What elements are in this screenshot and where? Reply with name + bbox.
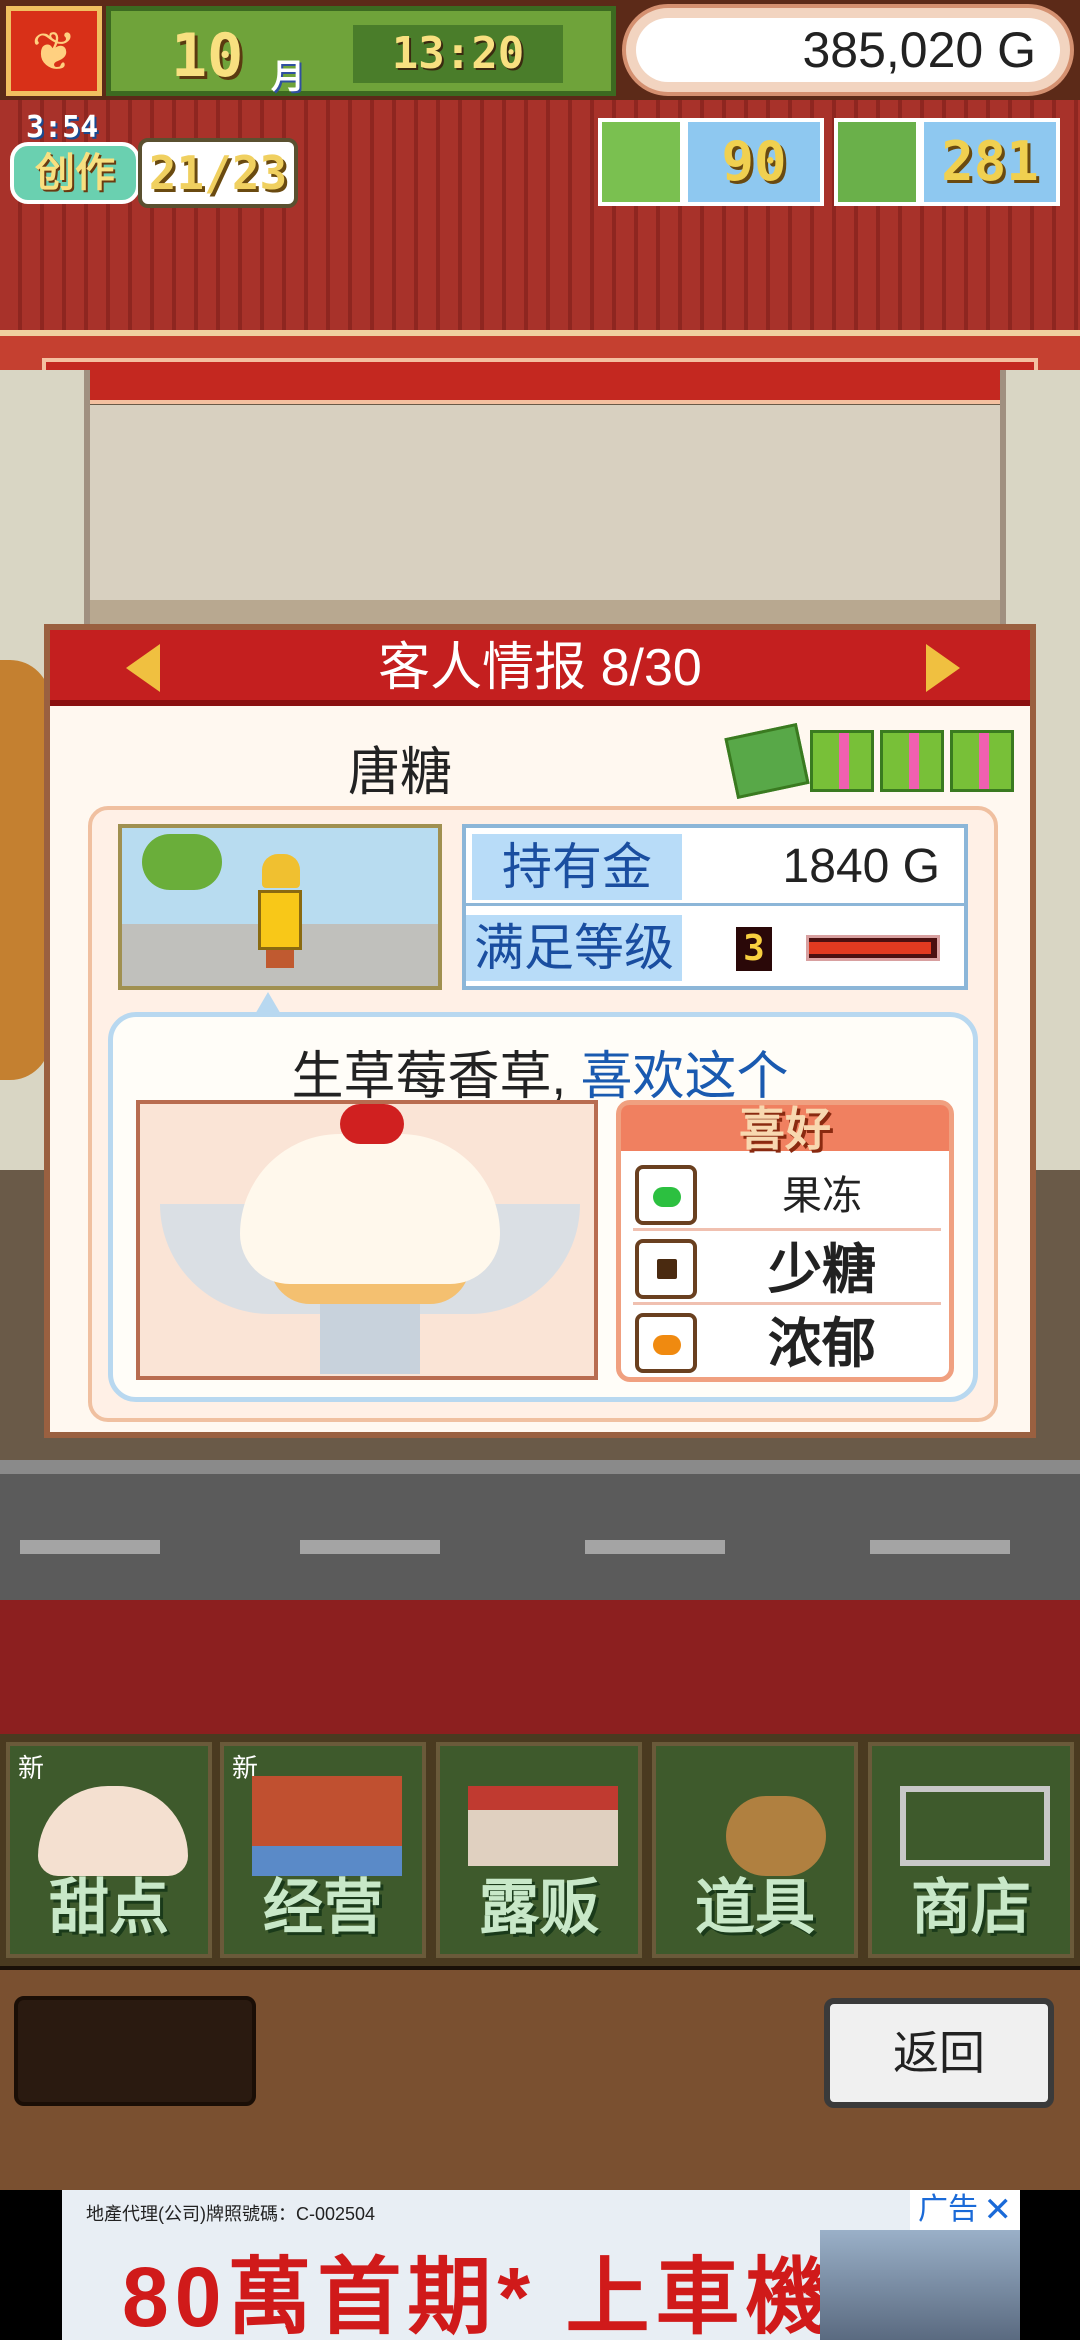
top-hud: ❦ 10 月 13:20 385,020 G — [0, 0, 1080, 100]
dessert-image — [136, 1100, 598, 1380]
menu-management-button[interactable]: 新 经营 — [220, 1742, 426, 1958]
satisfaction-bar-fill — [809, 942, 931, 954]
city-skyline-image — [820, 2230, 1020, 2340]
money-label: 持有金 — [472, 834, 682, 900]
gift-row — [724, 722, 1020, 800]
autumn-leaf-icon[interactable]: ❦ — [6, 6, 102, 96]
jelly-icon — [635, 1165, 697, 1225]
money-value: 385,020 G — [636, 18, 1060, 82]
money-panel: 385,020 G — [622, 4, 1074, 96]
food-truck-icon — [468, 1786, 618, 1866]
creation-label: 创作 — [10, 142, 140, 204]
menu-stall-button[interactable]: 露贩 — [436, 1742, 642, 1958]
creation-badge[interactable]: 3:54 创作 21/23 — [6, 108, 298, 208]
empty-slot — [14, 1996, 256, 2106]
satisfaction-label: 满足等级 — [466, 915, 682, 981]
preference-label: 果冻 — [782, 1174, 862, 1218]
month-number: 10 — [171, 21, 244, 91]
close-icon[interactable]: ✕ — [984, 2190, 1013, 2230]
menu-label: 道具 — [695, 1874, 815, 1941]
creation-count: 21/23 — [138, 138, 298, 208]
bottom-panel: 返回 — [0, 1970, 1080, 2190]
menu-label: 露贩 — [479, 1874, 599, 1941]
menu-dessert-button[interactable]: 新 甜点 — [6, 1742, 212, 1958]
gift-box-icon — [950, 730, 1014, 792]
cream — [240, 1134, 500, 1284]
customer-portrait — [118, 824, 442, 990]
preference-row: 浓郁 — [633, 1309, 941, 1379]
menu-label: 甜点 — [49, 1874, 169, 1941]
customer-sprite — [252, 854, 308, 970]
dialog-title: 客人情报 8/30 — [378, 639, 702, 697]
ticket-icon — [598, 118, 684, 206]
preferences-header: 喜好 — [621, 1103, 949, 1155]
gift-box-icon — [810, 730, 874, 792]
medal-count: 281 — [920, 118, 1060, 206]
medal-icon — [834, 118, 920, 206]
ad-content[interactable]: 地產代理(公司)牌照號碼：C-002504 80萬首期* 上車機會 广告 ✕ — [62, 2190, 1020, 2340]
ad-tag-label: 广告 — [918, 2193, 978, 2226]
awning — [42, 358, 1038, 404]
money-row: 持有金 1840 G — [466, 828, 964, 906]
back-button[interactable]: 返回 — [824, 1998, 1054, 2108]
preference-row: 少糖 — [633, 1235, 941, 1305]
customer-stats: 持有金 1840 G 满足等级 3 — [462, 824, 968, 990]
customer-name: 唐糖 — [347, 744, 452, 802]
ticket-count: 90 — [684, 118, 824, 206]
carpet — [0, 1600, 1080, 1740]
menu-label: 经营 — [263, 1874, 383, 1941]
satisfaction-row: 满足等级 3 — [466, 909, 964, 986]
ad-license: 地產代理(公司)牌照號碼：C-002504 — [86, 2204, 376, 2224]
tree-icon — [142, 834, 222, 890]
menu-items-button[interactable]: 道具 — [652, 1742, 858, 1958]
menu-shop-button[interactable]: 商店 — [868, 1742, 1074, 1958]
autumn-tree — [0, 660, 50, 1080]
ad-banner[interactable]: 地產代理(公司)牌照號碼：C-002504 80萬首期* 上車機會 广告 ✕ — [0, 2190, 1080, 2340]
satisfaction-level: 3 — [736, 927, 772, 971]
menu-label: 商店 — [911, 1874, 1031, 1941]
money-owned: 1840 G — [782, 840, 940, 893]
strawberry-icon — [340, 1104, 404, 1144]
road-line — [870, 1540, 1010, 1554]
preferences-box: 喜好 果冻 少糖 浓郁 — [616, 1100, 954, 1382]
money-gift-icon — [724, 722, 810, 800]
road-line — [300, 1540, 440, 1554]
glass-stem — [320, 1304, 420, 1374]
preference-row: 果冻 — [633, 1161, 941, 1231]
month-unit: 月 — [271, 57, 305, 97]
preference-label: 少糖 — [768, 1240, 876, 1300]
bottom-menu: 新 甜点 新 经营 露贩 道具 商店 — [0, 1734, 1080, 1966]
new-badge: 新 — [18, 1753, 45, 1783]
customer-info-dialog: 客人情报 8/30 唐糖 持有金 1840 G 满足等级 3 生草莓香草, 喜欢… — [44, 624, 1036, 1438]
rich-icon — [635, 1313, 697, 1373]
preference-label: 浓郁 — [768, 1314, 876, 1374]
ad-headline: 80萬首期* 上車機會 — [122, 2250, 926, 2340]
next-arrow-icon[interactable] — [926, 644, 960, 692]
road-line — [20, 1540, 160, 1554]
date-panel: 10 月 13:20 — [106, 6, 616, 97]
low-sugar-icon — [635, 1239, 697, 1299]
gift-box-icon — [880, 730, 944, 792]
road-line — [585, 1540, 725, 1554]
satisfaction-bar — [806, 935, 940, 961]
creation-timer: 3:54 — [26, 110, 99, 145]
cart-icon — [900, 1786, 1050, 1866]
preferences-title: 喜好 — [739, 1103, 831, 1155]
liked-dessert: 生草莓香草, — [291, 1048, 566, 1106]
dialog-header: 客人情报 8/30 — [50, 630, 1030, 706]
clock-time: 13:20 — [353, 25, 563, 83]
